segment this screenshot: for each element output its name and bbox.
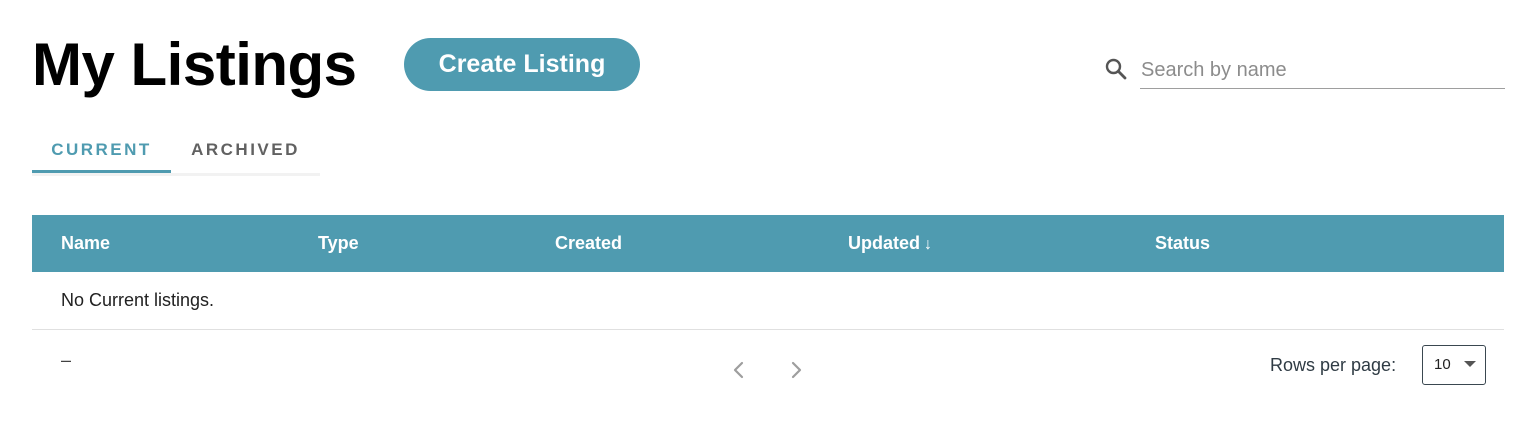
rows-per-page-label: Rows per page:	[1270, 355, 1397, 375]
column-header-name[interactable]: Name	[61, 215, 110, 272]
chevron-left-icon[interactable]	[727, 358, 751, 382]
listings-table: Name Type Created Updated ↓ Status No Cur…	[32, 215, 1504, 402]
column-header-status[interactable]: Status	[1155, 215, 1210, 272]
caret-down-icon	[1464, 361, 1476, 367]
create-listing-button[interactable]: Create Listing	[404, 38, 640, 91]
column-header-created[interactable]: Created	[555, 215, 622, 272]
page: My Listings Create Listing CURRENT ARCHI…	[0, 0, 1536, 425]
tab-archived[interactable]: ARCHIVED	[171, 130, 320, 173]
empty-message: No Current listings.	[61, 290, 215, 310]
table-pagination: – Rows per page: 10	[32, 330, 1504, 402]
search-bar	[1104, 52, 1505, 90]
table-empty-row: No Current listings.	[32, 272, 1504, 330]
page-title: My Listings	[32, 31, 357, 98]
rows-per-page-value: 10	[1434, 356, 1451, 373]
tab-current[interactable]: CURRENT	[32, 130, 171, 173]
sort-descending-icon: ↓	[924, 236, 932, 253]
search-icon	[1104, 57, 1128, 81]
rows-per-page-select[interactable]: 10	[1422, 345, 1486, 385]
column-header-type[interactable]: Type	[318, 215, 359, 272]
column-header-updated-label: Updated	[848, 233, 920, 253]
page-header: My Listings Create Listing	[32, 30, 1505, 100]
listing-tabs: CURRENT ARCHIVED	[32, 130, 320, 176]
chevron-right-icon[interactable]	[784, 358, 808, 382]
pagination-range: –	[61, 350, 72, 370]
table-header: Name Type Created Updated ↓ Status	[32, 215, 1504, 272]
search-input[interactable]	[1140, 52, 1505, 89]
column-header-updated[interactable]: Updated ↓	[848, 215, 932, 273]
